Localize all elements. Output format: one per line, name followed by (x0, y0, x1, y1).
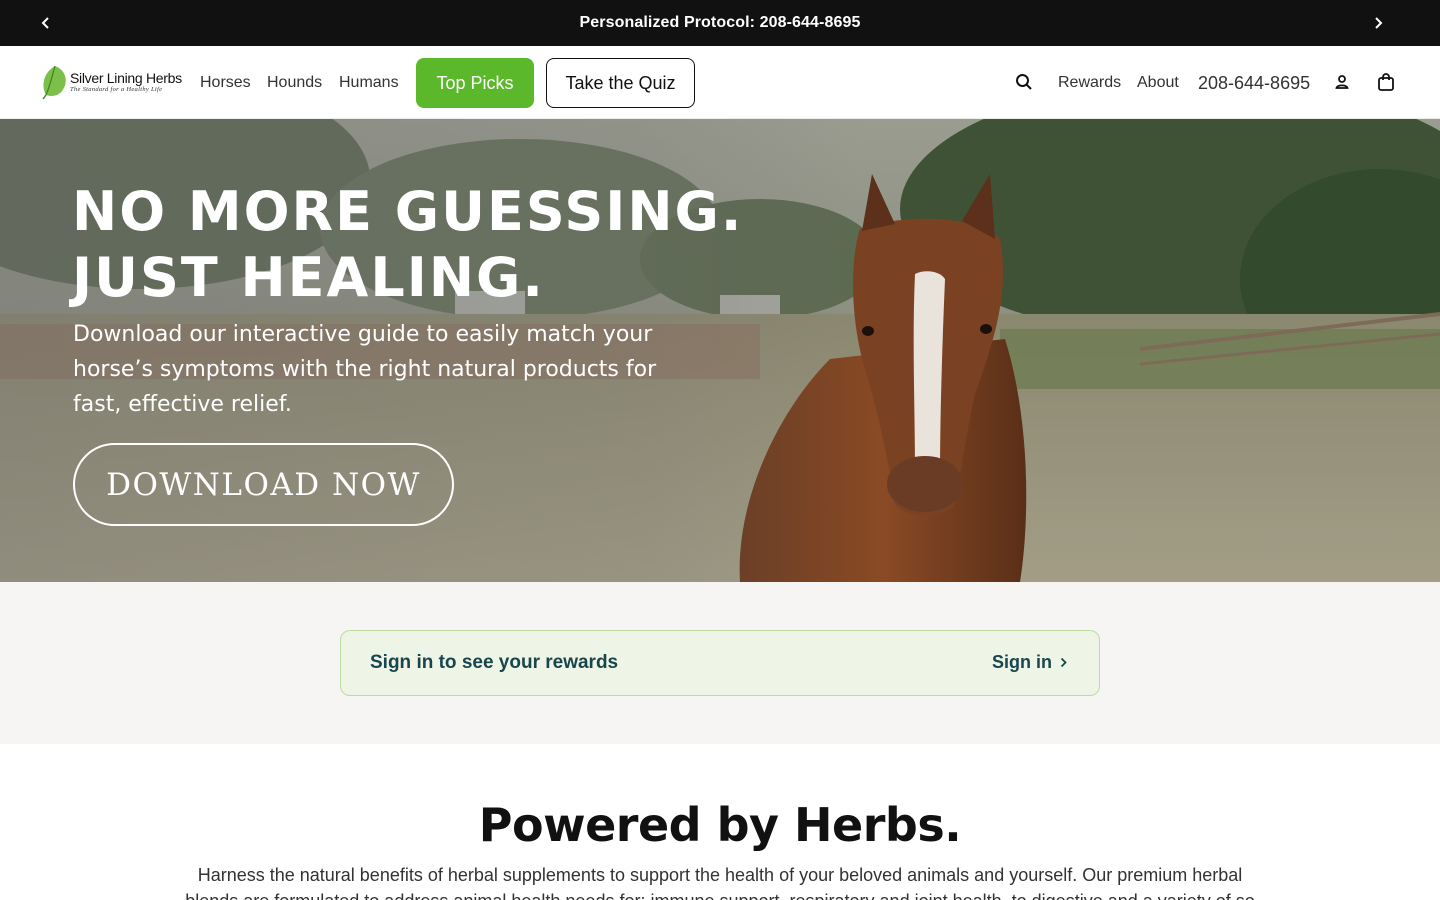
announcement-bar: Personalized Protocol: 208-644-8695 (0, 0, 1440, 46)
take-quiz-button[interactable]: Take the Quiz (546, 58, 695, 108)
header-phone-link[interactable]: 208-644-8695 (1198, 73, 1310, 94)
nav-about[interactable]: About (1137, 74, 1179, 92)
nav-hounds[interactable]: Hounds (267, 74, 322, 92)
download-now-button[interactable]: DOWNLOAD NOW (73, 443, 454, 526)
logo-name: Silver Lining Herbs (70, 69, 182, 86)
chevron-left-icon[interactable] (34, 11, 58, 35)
powered-body: Harness the natural benefits of herbal s… (185, 865, 1255, 900)
logo-tagline: The Standard for a Healthy Life (70, 85, 163, 93)
hero-title-line-2: JUST HEALING. (72, 246, 545, 309)
nav-humans[interactable]: Humans (339, 74, 399, 92)
rewards-section: Sign in to see your rewards Sign in (0, 582, 1440, 744)
top-picks-button[interactable]: Top Picks (416, 58, 534, 108)
hero-banner: NO MORE GUESSING. JUST HEALING. Download… (0, 119, 1440, 582)
hero-title: NO MORE GUESSING. JUST HEALING. (72, 179, 752, 311)
chevron-right-icon[interactable] (1366, 11, 1390, 35)
nav-horses[interactable]: Horses (200, 74, 251, 92)
search-icon[interactable] (1013, 71, 1035, 93)
powered-title: Powered by Herbs. (478, 798, 962, 852)
announcement-text: Personalized Protocol: 208-644-8695 (579, 14, 861, 31)
rewards-message: Sign in to see your rewards (370, 652, 619, 673)
chevron-right-icon (1060, 657, 1067, 668)
hero-title-line-1: NO MORE GUESSING. (72, 180, 744, 243)
leaf-logo-icon (42, 65, 66, 100)
rewards-signin-label: Sign in (992, 652, 1052, 672)
site-header: Silver Lining Herbs The Standard for a H… (0, 46, 1440, 119)
rewards-signin-card[interactable]: Sign in to see your rewards Sign in (340, 630, 1100, 696)
logo[interactable]: Silver Lining Herbs The Standard for a H… (40, 64, 182, 100)
cart-icon[interactable] (1375, 71, 1397, 93)
rewards-signin-link[interactable]: Sign in (992, 652, 1067, 673)
nav-rewards[interactable]: Rewards (1058, 74, 1121, 92)
hero-subtitle: Download our interactive guide to easily… (73, 322, 657, 417)
account-icon[interactable] (1331, 71, 1353, 93)
